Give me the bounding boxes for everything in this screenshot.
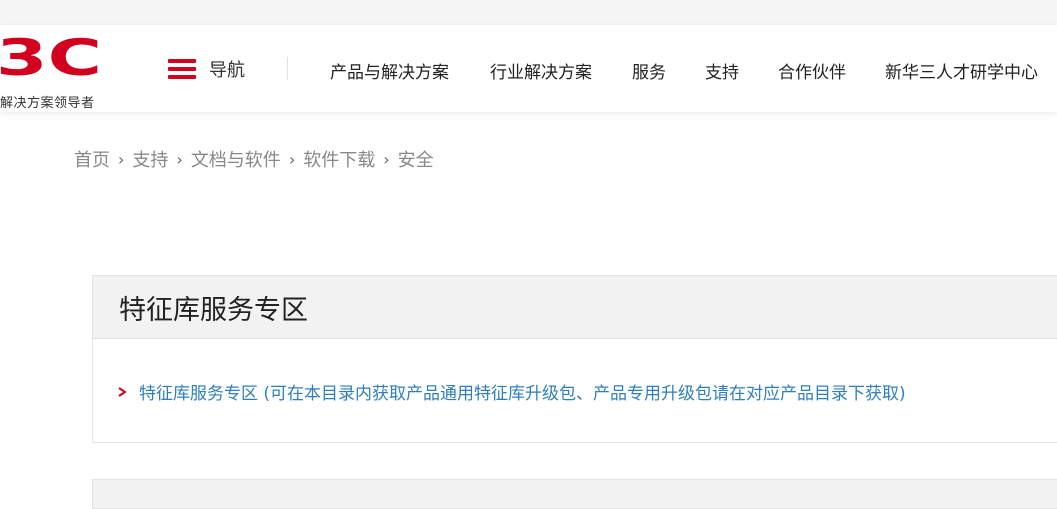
panel-link-row[interactable]: 特征库服务专区 (可在本目录内获取产品通用特征库升级包、产品专用升级包请在对应产… (118, 379, 906, 404)
logo-mark-text: 3C (0, 35, 102, 79)
nav-item-services[interactable]: 服务 (632, 58, 666, 83)
breadcrumb-separator: › (118, 149, 125, 169)
nav-menu-button[interactable]: 导航 (168, 57, 245, 81)
breadcrumb-docs-software[interactable]: 文档与软件 (191, 146, 281, 172)
nav-item-talent-center[interactable]: 新华三人才研学中心 (885, 58, 1038, 83)
nav-item-partners[interactable]: 合作伙伴 (778, 58, 846, 83)
top-strip (0, 0, 1057, 25)
logo-tagline: 解决方案领导者 (0, 96, 95, 111)
next-panel-header (92, 479, 1057, 509)
breadcrumb-software-download[interactable]: 软件下载 (303, 146, 375, 172)
signature-library-panel: 特征库服务专区 特征库服务专区 (可在本目录内获取产品通用特征库升级包、产品专用… (92, 275, 1057, 443)
breadcrumb-separator: › (288, 149, 296, 169)
h3c-logo-mark: 3C (0, 35, 102, 79)
site-header: 3C 解决方案领导者 导航 产品与解决方案 行业解决方案 服务 支持 合作伙伴 … (0, 25, 1057, 112)
hamburger-icon (168, 59, 196, 79)
breadcrumb-support[interactable]: 支持 (132, 146, 168, 172)
breadcrumb-separator: › (383, 149, 390, 169)
nav-item-products[interactable]: 产品与解决方案 (330, 58, 449, 83)
breadcrumb-security[interactable]: 安全 (398, 146, 434, 172)
breadcrumb-home[interactable]: 首页 (74, 146, 110, 172)
nav-divider (287, 57, 288, 80)
arrow-right-icon (118, 386, 127, 397)
nav-item-industry[interactable]: 行业解决方案 (490, 58, 592, 83)
signature-library-link[interactable]: 特征库服务专区 (可在本目录内获取产品通用特征库升级包、产品专用升级包请在对应产… (139, 379, 906, 404)
panel-header: 特征库服务专区 (93, 276, 1057, 339)
logo[interactable]: 3C 解决方案领导者 (0, 33, 110, 111)
breadcrumb: 首页 › 支持 › 文档与软件 › 软件下载 › 安全 (74, 146, 434, 172)
nav-menu-label: 导航 (209, 60, 245, 81)
breadcrumb-separator: › (176, 149, 183, 169)
nav-item-support[interactable]: 支持 (705, 58, 739, 83)
panel-title: 特征库服务专区 (119, 294, 308, 326)
